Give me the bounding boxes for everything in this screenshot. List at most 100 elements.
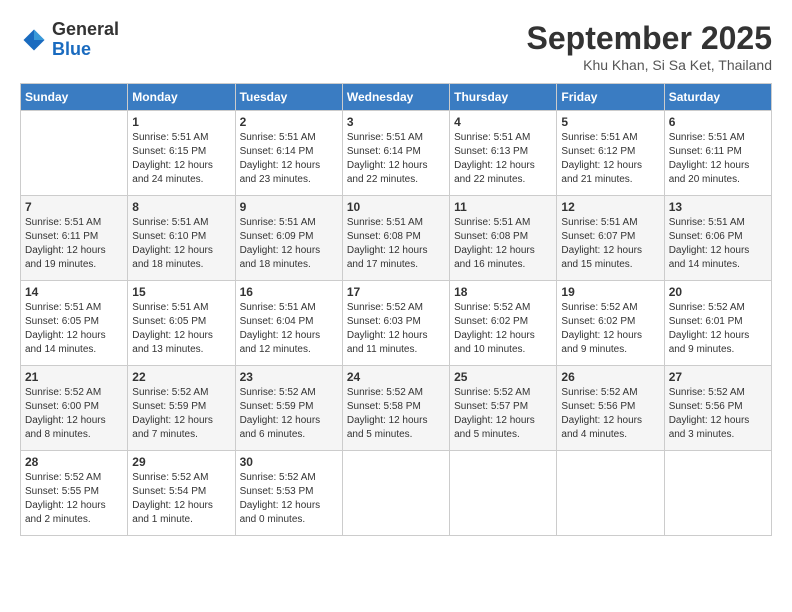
day-info: Sunrise: 5:52 AMSunset: 6:01 PMDaylight:… — [669, 301, 767, 357]
calendar-cell: 14 Sunrise: 5:51 AMSunset: 6:05 PMDayligh… — [21, 281, 128, 366]
day-number: 2 — [240, 115, 338, 129]
day-info: Sunrise: 5:52 AMSunset: 5:58 PMDaylight:… — [347, 386, 445, 442]
calendar-week-row: 21Sunrise: 5:52 AMSunset: 6:00 PMDayligh… — [21, 366, 772, 451]
day-info: Sunrise: 5:51 AMSunset: 6:08 PMDaylight:… — [347, 216, 445, 272]
calendar-week-row: 14 Sunrise: 5:51 AMSunset: 6:05 PMDayligh… — [21, 281, 772, 366]
day-number: 24 — [347, 370, 445, 384]
calendar-cell — [21, 111, 128, 196]
day-number: 5 — [561, 115, 659, 129]
day-number: 28 — [25, 455, 123, 469]
logo-text: General Blue — [52, 20, 119, 60]
logo-general: General — [52, 20, 119, 40]
day-info: Sunrise: 5:52 AMSunset: 5:54 PMDaylight:… — [132, 471, 230, 527]
day-number: 4 — [454, 115, 552, 129]
calendar-cell: 4 Sunrise: 5:51 AMSunset: 6:13 PMDaylight… — [450, 111, 557, 196]
calendar-cell: 5 Sunrise: 5:51 AMSunset: 6:12 PMDaylight… — [557, 111, 664, 196]
day-number: 3 — [347, 115, 445, 129]
day-info: Sunrise: 5:51 AMSunset: 6:12 PMDaylight:… — [561, 131, 659, 187]
weekday-header: Saturday — [664, 84, 771, 111]
calendar-cell: 20 Sunrise: 5:52 AMSunset: 6:01 PMDayligh… — [664, 281, 771, 366]
calendar-table: SundayMondayTuesdayWednesdayThursdayFrid… — [20, 83, 772, 536]
day-info: Sunrise: 5:51 AMSunset: 6:11 PMDaylight:… — [25, 216, 123, 272]
day-info: Sunrise: 5:51 AMSunset: 6:11 PMDaylight:… — [669, 131, 767, 187]
day-number: 8 — [132, 200, 230, 214]
calendar-cell: 13 Sunrise: 5:51 AMSunset: 6:06 PMDayligh… — [664, 196, 771, 281]
day-info: Sunrise: 5:51 AMSunset: 6:09 PMDaylight:… — [240, 216, 338, 272]
calendar-cell: 27 Sunrise: 5:52 AMSunset: 5:56 PMDayligh… — [664, 366, 771, 451]
day-info: Sunrise: 5:52 AMSunset: 5:53 PMDaylight:… — [240, 471, 338, 527]
calendar-cell: 21Sunrise: 5:52 AMSunset: 6:00 PMDayligh… — [21, 366, 128, 451]
page-header: General Blue September 2025 Khu Khan, Si… — [20, 20, 772, 73]
calendar-cell: 15Sunrise: 5:51 AMSunset: 6:05 PMDayligh… — [128, 281, 235, 366]
calendar-cell — [664, 451, 771, 536]
weekday-header: Tuesday — [235, 84, 342, 111]
calendar-cell: 7Sunrise: 5:51 AMSunset: 6:11 PMDaylight… — [21, 196, 128, 281]
day-info: Sunrise: 5:51 AMSunset: 6:05 PMDaylight:… — [25, 301, 123, 357]
weekday-header: Thursday — [450, 84, 557, 111]
day-number: 29 — [132, 455, 230, 469]
day-info: Sunrise: 5:52 AMSunset: 5:59 PMDaylight:… — [240, 386, 338, 442]
calendar-cell: 16Sunrise: 5:51 AMSunset: 6:04 PMDayligh… — [235, 281, 342, 366]
day-info: Sunrise: 5:51 AMSunset: 6:15 PMDaylight:… — [132, 131, 230, 187]
weekday-header: Monday — [128, 84, 235, 111]
day-number: 14 — [25, 285, 123, 299]
day-info: Sunrise: 5:52 AMSunset: 6:02 PMDaylight:… — [561, 301, 659, 357]
day-number: 23 — [240, 370, 338, 384]
day-number: 25 — [454, 370, 552, 384]
calendar-cell: 11Sunrise: 5:51 AMSunset: 6:08 PMDayligh… — [450, 196, 557, 281]
day-number: 21 — [25, 370, 123, 384]
day-number: 20 — [669, 285, 767, 299]
calendar-cell: 30 Sunrise: 5:52 AMSunset: 5:53 PMDayligh… — [235, 451, 342, 536]
calendar-cell: 3 Sunrise: 5:51 AMSunset: 6:14 PMDaylight… — [342, 111, 449, 196]
day-number: 10 — [347, 200, 445, 214]
calendar-week-row: 7Sunrise: 5:51 AMSunset: 6:11 PMDaylight… — [21, 196, 772, 281]
day-info: Sunrise: 5:52 AMSunset: 5:56 PMDaylight:… — [561, 386, 659, 442]
day-number: 13 — [669, 200, 767, 214]
calendar-cell: 9 Sunrise: 5:51 AMSunset: 6:09 PMDaylight… — [235, 196, 342, 281]
calendar-cell: 23 Sunrise: 5:52 AMSunset: 5:59 PMDayligh… — [235, 366, 342, 451]
calendar-cell — [342, 451, 449, 536]
calendar-cell: 2 Sunrise: 5:51 AMSunset: 6:14 PMDaylight… — [235, 111, 342, 196]
logo-icon — [20, 26, 48, 54]
day-number: 17 — [347, 285, 445, 299]
day-info: Sunrise: 5:51 AMSunset: 6:07 PMDaylight:… — [561, 216, 659, 272]
calendar-cell: 26 Sunrise: 5:52 AMSunset: 5:56 PMDayligh… — [557, 366, 664, 451]
day-info: Sunrise: 5:51 AMSunset: 6:14 PMDaylight:… — [240, 131, 338, 187]
day-info: Sunrise: 5:52 AMSunset: 5:57 PMDaylight:… — [454, 386, 552, 442]
calendar-week-row: 28Sunrise: 5:52 AMSunset: 5:55 PMDayligh… — [21, 451, 772, 536]
title-block: September 2025 Khu Khan, Si Sa Ket, Thai… — [527, 20, 772, 73]
calendar-cell: 28Sunrise: 5:52 AMSunset: 5:55 PMDayligh… — [21, 451, 128, 536]
day-info: Sunrise: 5:51 AMSunset: 6:08 PMDaylight:… — [454, 216, 552, 272]
day-info: Sunrise: 5:52 AMSunset: 6:03 PMDaylight:… — [347, 301, 445, 357]
day-info: Sunrise: 5:51 AMSunset: 6:10 PMDaylight:… — [132, 216, 230, 272]
logo: General Blue — [20, 20, 119, 60]
day-info: Sunrise: 5:51 AMSunset: 6:14 PMDaylight:… — [347, 131, 445, 187]
day-info: Sunrise: 5:51 AMSunset: 6:06 PMDaylight:… — [669, 216, 767, 272]
calendar-cell: 18Sunrise: 5:52 AMSunset: 6:02 PMDayligh… — [450, 281, 557, 366]
day-number: 12 — [561, 200, 659, 214]
day-number: 9 — [240, 200, 338, 214]
weekday-header: Sunday — [21, 84, 128, 111]
day-number: 18 — [454, 285, 552, 299]
calendar-cell: 25 Sunrise: 5:52 AMSunset: 5:57 PMDayligh… — [450, 366, 557, 451]
day-number: 19 — [561, 285, 659, 299]
day-number: 27 — [669, 370, 767, 384]
calendar-cell — [450, 451, 557, 536]
day-number: 26 — [561, 370, 659, 384]
day-number: 1 — [132, 115, 230, 129]
calendar-cell: 1 Sunrise: 5:51 AMSunset: 6:15 PMDaylight… — [128, 111, 235, 196]
calendar-header-row: SundayMondayTuesdayWednesdayThursdayFrid… — [21, 84, 772, 111]
calendar-cell: 24 Sunrise: 5:52 AMSunset: 5:58 PMDayligh… — [342, 366, 449, 451]
calendar-cell: 17 Sunrise: 5:52 AMSunset: 6:03 PMDayligh… — [342, 281, 449, 366]
calendar-week-row: 1 Sunrise: 5:51 AMSunset: 6:15 PMDaylight… — [21, 111, 772, 196]
calendar-cell: 8 Sunrise: 5:51 AMSunset: 6:10 PMDaylight… — [128, 196, 235, 281]
calendar-cell: 29 Sunrise: 5:52 AMSunset: 5:54 PMDayligh… — [128, 451, 235, 536]
day-number: 22 — [132, 370, 230, 384]
day-info: Sunrise: 5:52 AMSunset: 5:56 PMDaylight:… — [669, 386, 767, 442]
day-number: 16 — [240, 285, 338, 299]
day-number: 30 — [240, 455, 338, 469]
day-info: Sunrise: 5:51 AMSunset: 6:13 PMDaylight:… — [454, 131, 552, 187]
weekday-header: Wednesday — [342, 84, 449, 111]
weekday-header: Friday — [557, 84, 664, 111]
location: Khu Khan, Si Sa Ket, Thailand — [527, 57, 772, 73]
